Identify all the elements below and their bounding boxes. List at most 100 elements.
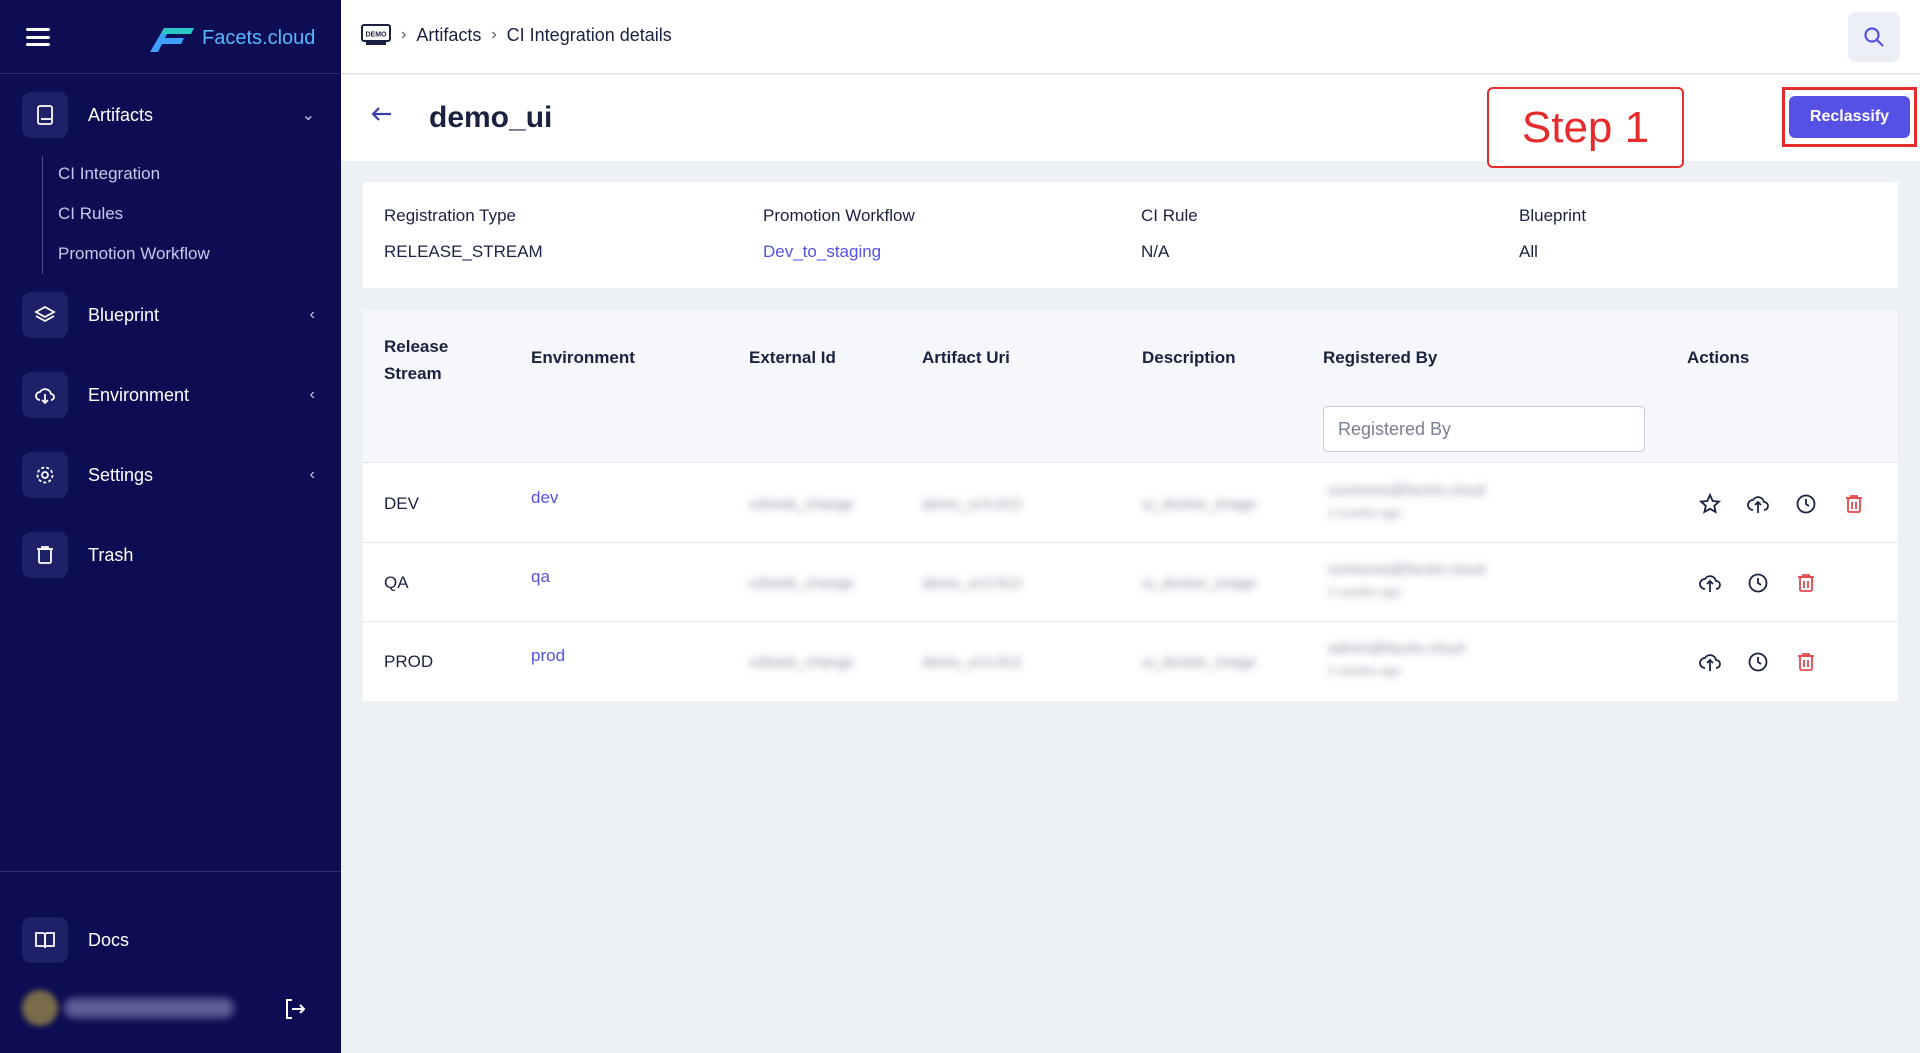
table-row: QA qa cd/web_change demo_ui:0.913 ui_doc… [363, 543, 1898, 622]
breadcrumb-artifacts[interactable]: Artifacts [416, 25, 481, 46]
info-label: Promotion Workflow [763, 206, 915, 225]
sidebar-item-label: Trash [88, 544, 134, 565]
trash-icon [22, 532, 68, 578]
sidebar-item-environment[interactable]: Environment ‹ [0, 371, 341, 419]
info-value: All [1519, 242, 1538, 261]
menu-icon[interactable] [26, 28, 50, 46]
sidebar-header: Facets.cloud [0, 0, 341, 74]
registered-time-cell: 2 months ago [1328, 585, 1401, 599]
column-header: Registered By [1323, 348, 1438, 367]
user-name-blurred [64, 998, 234, 1018]
page-title: demo_ui [429, 101, 553, 134]
environment-link[interactable]: qa [531, 567, 550, 587]
breadcrumb: DEMO › Artifacts › CI Integration detail… [361, 24, 672, 46]
gear-icon [22, 452, 68, 498]
breadcrumb-current: CI Integration details [506, 24, 672, 45]
info-label: CI Rule [1141, 206, 1198, 225]
table-header: Release Stream Environment External Id A… [363, 310, 1898, 463]
release-stream-cell: DEV [384, 494, 419, 513]
sidebar-item-label: Blueprint [88, 304, 160, 325]
svg-text:DEMO: DEMO [366, 32, 388, 39]
delete-icon[interactable] [1840, 490, 1868, 518]
demo-logo-icon[interactable]: DEMO [361, 24, 391, 46]
chevron-left-icon: ‹ [309, 466, 315, 483]
release-stream-table: Release Stream Environment External Id A… [363, 310, 1898, 701]
clock-icon[interactable] [1792, 490, 1820, 518]
open-book-icon [22, 917, 68, 963]
environment-link[interactable]: dev [531, 488, 558, 508]
sidebar-subitem-ci-integration[interactable]: CI Integration [58, 164, 160, 184]
reclassify-button[interactable]: Reclassify [1789, 96, 1910, 138]
info-label: Registration Type [384, 206, 516, 225]
registered-time-cell: 2 months ago [1328, 664, 1401, 678]
details-card: Registration Type RELEASE_STREAM Promoti… [363, 182, 1898, 288]
sidebar-divider [0, 871, 341, 872]
sidebar-item-artifacts[interactable]: Artifacts ⌄ [0, 91, 341, 139]
brand-name: Facets.cloud [202, 26, 316, 49]
column-header: Release Stream [384, 337, 449, 383]
star-icon[interactable] [1696, 490, 1724, 518]
blueprint: Blueprint All [1519, 206, 1586, 262]
avatar[interactable] [22, 990, 58, 1026]
registration-type: Registration Type RELEASE_STREAM [384, 206, 543, 262]
column-header: Actions [1687, 348, 1750, 367]
sidebar-item-blueprint[interactable]: Blueprint ‹ [0, 291, 341, 339]
chevron-down-icon: ⌄ [301, 107, 315, 124]
sidebar-item-settings[interactable]: Settings ‹ [0, 451, 341, 499]
cloud-upload-icon[interactable] [1744, 490, 1772, 518]
artifact-uri-cell: demo_ui:0.913 [922, 496, 1022, 513]
logout-icon[interactable] [282, 996, 308, 1027]
artifact-uri-cell: demo_ui:0.913 [922, 654, 1022, 671]
page-header: demo_ui Step 1 [341, 75, 1920, 168]
sidebar-item-label: Settings [88, 464, 154, 485]
clock-icon[interactable] [1744, 569, 1772, 597]
sidebar-item-trash[interactable]: Trash [0, 531, 341, 579]
row-actions [1696, 648, 1820, 676]
step-annotation: Step 1 [1487, 87, 1684, 168]
external-id-cell: cd/web_change [749, 575, 855, 592]
row-actions [1696, 569, 1820, 597]
column-header: External Id [749, 348, 836, 367]
top-bar: DEMO › Artifacts › CI Integration detail… [341, 0, 1920, 74]
info-value: RELEASE_STREAM [384, 242, 543, 261]
table-row: PROD prod cd/web_change demo_ui:0.913 ui… [363, 622, 1898, 701]
sidebar-item-label: Artifacts [88, 104, 154, 125]
book-icon [22, 92, 68, 138]
row-actions [1696, 490, 1868, 518]
cloud-upload-icon[interactable] [1696, 648, 1724, 676]
facets-logo-icon [150, 28, 194, 52]
description-cell: ui_docker_image [1142, 496, 1257, 513]
delete-icon[interactable] [1792, 648, 1820, 676]
chevron-left-icon: ‹ [309, 386, 315, 403]
cloud-download-icon [22, 372, 68, 418]
delete-icon[interactable] [1792, 569, 1820, 597]
cloud-upload-icon[interactable] [1696, 569, 1724, 597]
environment-link[interactable]: prod [531, 646, 565, 666]
sidebar: Facets.cloud Artifacts ⌄ CI Integration … [0, 0, 341, 1053]
reclassify-highlight: Reclassify [1782, 87, 1917, 147]
external-id-cell: cd/web_change [749, 654, 855, 671]
sidebar-subitem-ci-rules[interactable]: CI Rules [58, 204, 123, 224]
brand-logo[interactable]: Facets.cloud [150, 24, 315, 52]
back-arrow-icon[interactable] [369, 101, 395, 132]
layers-icon [22, 292, 68, 338]
column-header: Environment [531, 348, 635, 367]
column-header: Description [1142, 348, 1236, 367]
release-stream-cell: QA [384, 573, 409, 592]
artifact-uri-cell: demo_ui:0.913 [922, 575, 1022, 592]
registered-by-cell: admin@facets.cloud [1328, 640, 1465, 657]
registered-by-cell: someone@facets.cloud [1328, 561, 1485, 578]
search-button[interactable] [1848, 12, 1900, 62]
sidebar-subitem-promotion-workflow[interactable]: Promotion Workflow [58, 244, 210, 264]
external-id-cell: cd/web_change [749, 496, 855, 513]
sidebar-item-docs[interactable]: Docs [0, 916, 341, 964]
chevron-right-icon: › [401, 26, 407, 43]
registered-by-filter-input[interactable] [1323, 406, 1645, 452]
sidebar-item-label: Docs [88, 929, 130, 950]
info-label: Blueprint [1519, 206, 1587, 225]
ci-rule: CI Rule N/A [1141, 206, 1198, 262]
clock-icon[interactable] [1744, 648, 1772, 676]
promotion-workflow-link[interactable]: Dev_to_staging [763, 242, 915, 262]
info-value: N/A [1141, 242, 1170, 261]
registered-by-cell: someone@facets.cloud [1328, 482, 1485, 499]
